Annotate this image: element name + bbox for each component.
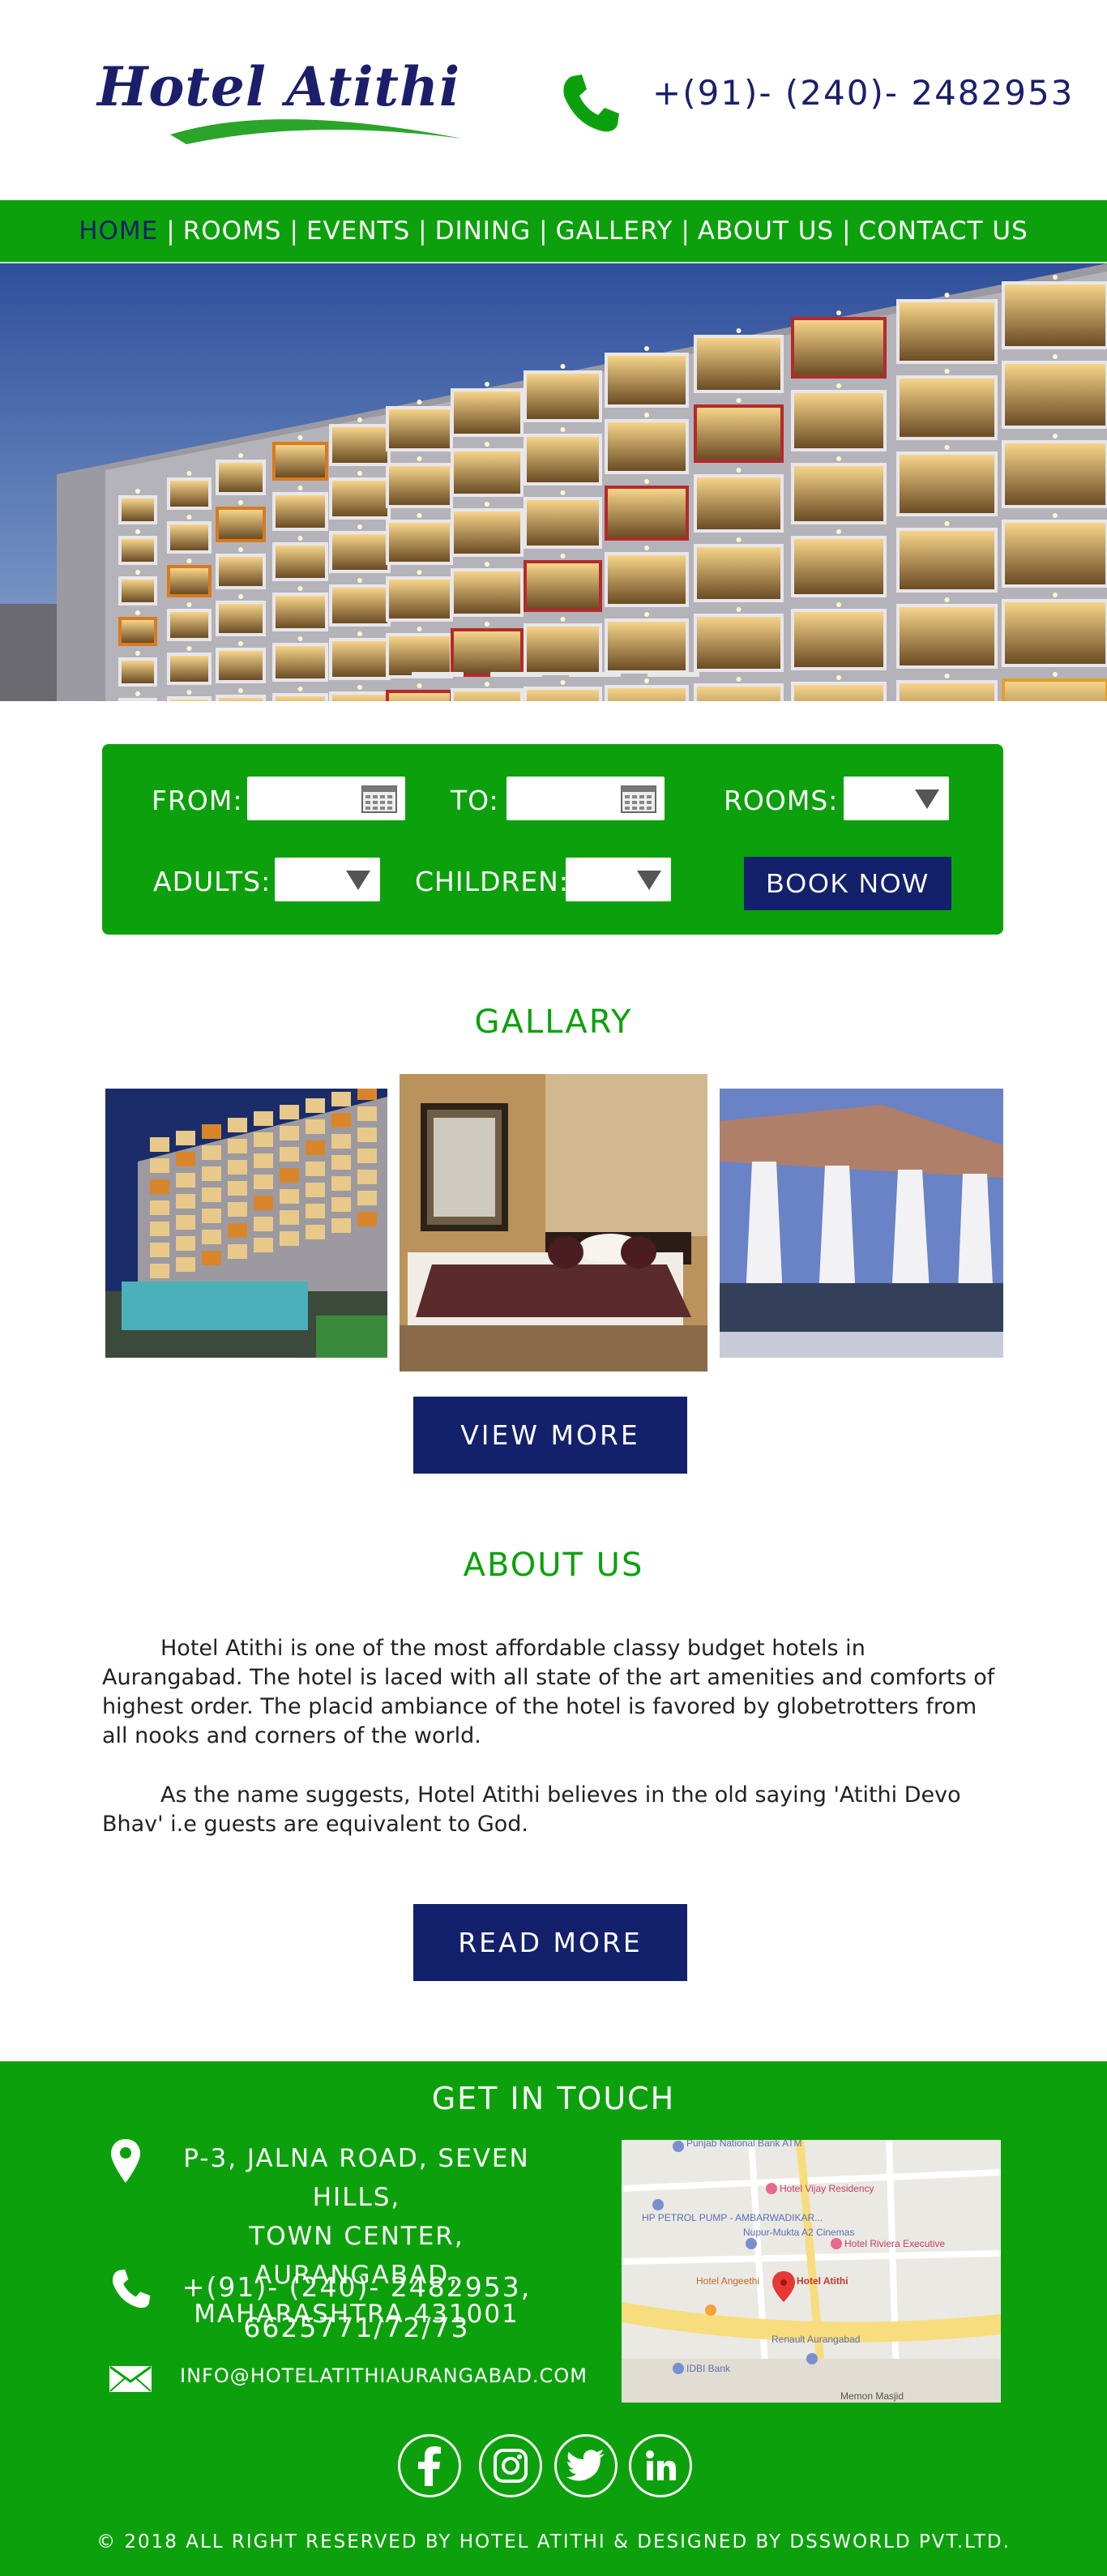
- adults-select[interactable]: [275, 858, 380, 901]
- main-navigation: HOME | ROOMS | EVENTS | DINING | GALLERY…: [0, 200, 1107, 263]
- booking-form: FROM: TO: ROOMS: ADULTS: CHILDREN: BOOK …: [102, 744, 1003, 935]
- calendar-icon[interactable]: [361, 785, 397, 813]
- from-date-input[interactable]: [247, 777, 405, 820]
- map-label-nupur: Nupur-Mukta A2 Cinemas: [743, 2227, 854, 2238]
- about-paragraph-2: As the name suggests, Hotel Atithi belie…: [102, 1781, 1003, 1839]
- instagram-icon[interactable]: [479, 2434, 542, 2497]
- slider-dots: [412, 672, 699, 677]
- nav-separator: |: [842, 216, 851, 246]
- footer: GET IN TOUCH P-3, JALNA ROAD, SEVEN HILL…: [0, 2061, 1107, 2576]
- nav-gallery[interactable]: GALLERY: [556, 216, 673, 246]
- book-now-button[interactable]: BOOK NOW: [744, 857, 951, 910]
- dropdown-arrow-icon: [915, 789, 939, 809]
- from-label: FROM:: [152, 785, 243, 816]
- hotel-logo[interactable]: Hotel Atithi: [97, 50, 462, 146]
- about-paragraph-2-text: As the name suggests, Hotel Atithi belie…: [102, 1782, 961, 1837]
- nav-separator: |: [289, 216, 298, 246]
- copyright-text: © 2018 ALL RIGHT RESERVED BY HOTEL ATITH…: [96, 2531, 1011, 2552]
- about-title: ABOUT US: [463, 1547, 644, 1584]
- map-label-petrol: HP PETROL PUMP - AMBARWADIKAR...: [642, 2212, 823, 2223]
- linkedin-icon[interactable]: [629, 2434, 692, 2497]
- logo-swoosh: [170, 119, 462, 144]
- nav-about-us[interactable]: ABOUT US: [698, 216, 834, 246]
- footer-phone-line-1: +(91)- (240)- 2482953,: [182, 2271, 532, 2303]
- twitter-icon[interactable]: [554, 2434, 618, 2497]
- map-label-masjid: Memon Masjid: [840, 2390, 904, 2402]
- map-label-bank: Punjab National Bank ATM: [686, 2140, 802, 2149]
- address-line-1: P-3, JALNA ROAD, SEVEN HILLS,: [183, 2144, 530, 2212]
- map-graphic: Punjab National Bank ATM Hotel Vijay Res…: [622, 2140, 1001, 2403]
- gallery-rooftop-photo: [720, 1089, 1003, 1358]
- nav-home[interactable]: HOME: [79, 216, 158, 246]
- to-label: TO:: [451, 785, 499, 816]
- rooms-select[interactable]: [844, 777, 949, 820]
- gallery-room-photo: [400, 1074, 707, 1371]
- map-label-vijay: Hotel Vijay Residency: [780, 2183, 874, 2194]
- slider-dot[interactable]: [648, 672, 699, 677]
- map-label-riviera: Hotel Riviera Executive: [844, 2238, 945, 2249]
- nav-separator: |: [418, 216, 427, 246]
- gallery-image-room[interactable]: [400, 1074, 707, 1371]
- map-label-angeethi: Hotel Angeethi: [696, 2275, 759, 2287]
- map-label-renault: Renault Aurangabad: [771, 2334, 860, 2345]
- nav-separator: |: [539, 216, 548, 246]
- slider-dot[interactable]: [490, 672, 542, 677]
- map-label-atithi: Hotel Atithi: [797, 2275, 848, 2287]
- footer-title: GET IN TOUCH: [431, 2081, 676, 2116]
- envelope-icon: [109, 2365, 152, 2392]
- children-select[interactable]: [566, 858, 671, 901]
- rooms-label: ROOMS:: [724, 785, 839, 816]
- nav-events[interactable]: EVENTS: [306, 216, 410, 246]
- footer-email[interactable]: INFO@HOTELATITHIAURANGABAD.COM: [180, 2364, 588, 2387]
- dropdown-arrow-icon: [346, 871, 370, 890]
- children-label: CHILDREN:: [415, 866, 569, 897]
- gallery-image-rooftop[interactable]: [720, 1089, 1003, 1358]
- phone-icon: [113, 2269, 151, 2309]
- nav-contact-us[interactable]: CONTACT US: [859, 216, 1028, 246]
- nav-rooms[interactable]: ROOMS: [183, 216, 282, 246]
- gallery-title: GALLARY: [474, 1003, 633, 1041]
- phone-icon: [558, 71, 622, 136]
- calendar-icon[interactable]: [621, 785, 656, 813]
- footer-phone-line-2: 6625771/72/73: [243, 2312, 470, 2343]
- hero-hotel-image: [0, 263, 1107, 701]
- footer-phone[interactable]: +(91)- (240)- 2482953, 6625771/72/73: [166, 2267, 547, 2348]
- nav-dining[interactable]: DINING: [435, 216, 532, 246]
- about-paragraph-1: Hotel Atithi is one of the most affordab…: [102, 1634, 1003, 1751]
- nav-separator: |: [681, 216, 690, 246]
- location-map[interactable]: Punjab National Bank ATM Hotel Vijay Res…: [622, 2140, 1001, 2403]
- view-more-button[interactable]: VIEW MORE: [413, 1397, 687, 1474]
- location-pin-icon: [111, 2139, 140, 2183]
- header-phone-number[interactable]: +(91)- (240)- 2482953: [652, 73, 1074, 113]
- nav-separator: |: [166, 216, 175, 246]
- dropdown-arrow-icon: [637, 871, 661, 890]
- slider-dot[interactable]: [412, 672, 464, 677]
- gallery-image-exterior[interactable]: [105, 1089, 387, 1358]
- adults-label: ADULTS:: [153, 866, 271, 897]
- hero-slider[interactable]: [0, 263, 1107, 701]
- map-label-idbi: IDBI Bank: [686, 2363, 731, 2374]
- facebook-icon[interactable]: [398, 2434, 461, 2497]
- gallery-exterior-photo: [105, 1089, 387, 1358]
- to-date-input[interactable]: [506, 777, 665, 820]
- read-more-button[interactable]: READ MORE: [413, 1904, 687, 1981]
- slider-dot[interactable]: [569, 672, 621, 677]
- about-paragraph-1-text: Hotel Atithi is one of the most affordab…: [102, 1636, 995, 1748]
